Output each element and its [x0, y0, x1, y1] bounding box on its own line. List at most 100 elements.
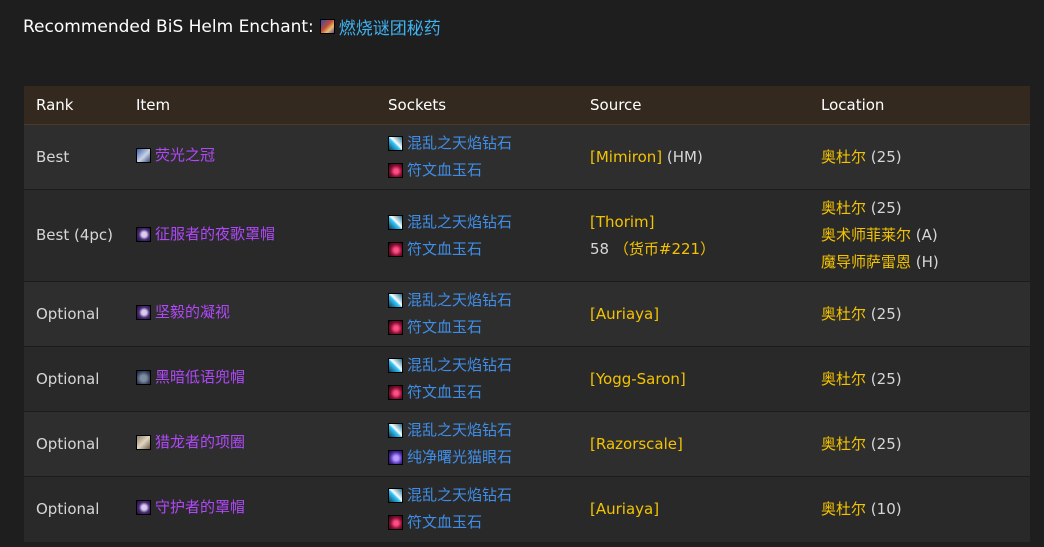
rank-label: Optional — [36, 304, 100, 323]
socket-gem-link[interactable]: 混乱之天焰钻石 — [388, 287, 578, 314]
source-cell: [Yogg-Saron] — [578, 346, 809, 412]
item-cell: 守护者的罩帽 — [124, 476, 376, 542]
gem-name: 符文血玉石 — [407, 383, 483, 401]
gem-name: 符文血玉石 — [407, 239, 483, 258]
gem-name: 符文血玉石 — [407, 161, 483, 179]
header-sockets: Sockets — [376, 86, 578, 125]
currency-link[interactable]: （货币#221） — [614, 240, 715, 258]
source-link[interactable]: [Razorscale] — [590, 435, 683, 453]
location-note: (H) — [915, 253, 939, 271]
rank-cell: Optional — [24, 476, 124, 542]
socket-gem-link[interactable]: 混乱之天焰钻石 — [388, 352, 578, 379]
socket-gem-link[interactable]: 符文血玉石 — [388, 379, 578, 406]
item-link[interactable]: 坚毅的凝视 — [136, 299, 230, 326]
socket-gem-link[interactable]: 混乱之天焰钻石 — [388, 417, 578, 444]
item-cell: 荧光之冠 — [124, 124, 376, 190]
socket-gem-link[interactable]: 混乱之天焰钻石 — [388, 130, 578, 157]
source-link[interactable]: [Yogg-Saron] — [590, 370, 686, 388]
item-link[interactable]: 猎龙者的项圈 — [136, 429, 245, 456]
enchant-link[interactable]: 燃烧谜团秘药 — [319, 14, 441, 39]
item-cell: 征服者的夜歌罩帽 — [124, 189, 376, 282]
gem-name: 混乱之天焰钻石 — [407, 291, 513, 309]
source-link[interactable]: [Thorim] — [590, 213, 655, 231]
item-name: 猎龙者的项圈 — [155, 433, 246, 451]
meta-gem-icon — [388, 423, 403, 438]
socket-gem-link[interactable]: 符文血玉石 — [388, 157, 578, 184]
sockets-cell: 混乱之天焰钻石 符文血玉石 — [376, 476, 578, 542]
location-line: 奥杜尔 (25) — [821, 144, 1030, 171]
gem-name: 混乱之天焰钻石 — [407, 134, 513, 152]
arcanum-icon — [319, 19, 335, 34]
sockets-cell: 混乱之天焰钻石 符文血玉石 — [376, 281, 578, 347]
sockets-cell: 混乱之天焰钻石 符文血玉石 — [376, 124, 578, 190]
hood-icon — [136, 226, 151, 242]
currency-amount: 58 — [590, 239, 610, 258]
socket-gem-link[interactable]: 混乱之天焰钻石 — [388, 482, 578, 509]
collar-icon — [136, 435, 151, 450]
item-cell: 坚毅的凝视 — [124, 281, 376, 347]
source-link[interactable]: [Auriaya] — [590, 305, 659, 323]
location-link[interactable]: 奥杜尔 — [821, 435, 866, 453]
red-gem-icon — [388, 515, 403, 531]
helm-enchant-recommendation: Recommended BiS Helm Enchant: 燃烧谜团秘药 — [23, 14, 441, 40]
source-link[interactable]: [Auriaya] — [590, 500, 659, 518]
location-cell: 奥杜尔 (25) — [809, 124, 1030, 190]
gem-name: 符文血玉石 — [407, 513, 483, 532]
vendor-link[interactable]: 奥术师菲莱尔 — [821, 226, 911, 244]
source-cell: [Razorscale] — [578, 411, 809, 477]
socket-gem-link[interactable]: 符文血玉石 — [388, 314, 578, 341]
location-link[interactable]: 奥杜尔 — [821, 500, 866, 518]
socket-gem-link[interactable]: 符文血玉石 — [388, 236, 578, 263]
gem-name: 混乱之天焰钻石 — [407, 486, 513, 505]
socket-gem-link[interactable]: 混乱之天焰钻石 — [388, 209, 578, 236]
item-name: 黑暗低语兜帽 — [155, 368, 246, 386]
bis-helm-table: Rank Item Sockets Source Location Best 荧… — [24, 86, 1030, 542]
source-cell: [Auriaya] — [578, 281, 809, 347]
enchant-name: 燃烧谜团秘药 — [338, 19, 441, 39]
rank-cell: Optional — [24, 346, 124, 412]
meta-gem-icon — [388, 488, 403, 504]
item-link[interactable]: 守护者的罩帽 — [136, 494, 245, 521]
rank-label: Optional — [36, 434, 100, 453]
location-link[interactable]: 奥杜尔 — [821, 370, 866, 388]
item-cell: 猎龙者的项圈 — [124, 411, 376, 477]
location-link[interactable]: 奥杜尔 — [821, 305, 866, 323]
location-link[interactable]: 奥杜尔 — [821, 199, 866, 217]
item-name: 荧光之冠 — [155, 146, 216, 164]
meta-gem-icon — [388, 358, 403, 373]
location-link[interactable]: 奥杜尔 — [821, 148, 866, 166]
red-gem-icon — [388, 241, 403, 257]
red-gem-icon — [388, 385, 403, 400]
location-line: 奥杜尔 (25) — [821, 301, 1030, 328]
item-name: 征服者的夜歌罩帽 — [155, 224, 276, 243]
vendor-link[interactable]: 魔导师萨雷恩 — [821, 253, 911, 271]
item-link[interactable]: 征服者的夜歌罩帽 — [136, 221, 275, 248]
source-cell: [Auriaya] — [578, 476, 809, 542]
gem-name: 混乱之天焰钻石 — [407, 212, 513, 231]
item-name: 守护者的罩帽 — [155, 498, 246, 517]
source-cell: [Thorim] 58 （货币#221） — [578, 189, 809, 282]
location-cell: 奥杜尔 (25) — [809, 346, 1030, 412]
rank-label: Optional — [36, 369, 100, 388]
location-cell: 奥杜尔 (10) — [809, 476, 1030, 542]
table-row: Optional 坚毅的凝视 混乱之天焰钻石 符文血玉石 [Auriaya] 奥… — [24, 281, 1030, 347]
enchant-label: Recommended BiS Helm Enchant: — [23, 16, 314, 37]
rank-label: Optional — [36, 499, 100, 518]
item-link[interactable]: 黑暗低语兜帽 — [136, 364, 245, 391]
source-cell: [Mimiron] (HM) — [578, 124, 809, 190]
location-note: (25) — [870, 304, 902, 323]
sockets-cell: 混乱之天焰钻石 符文血玉石 — [376, 346, 578, 412]
gem-name: 纯净曙光猫眼石 — [407, 448, 513, 466]
location-note: (10) — [870, 499, 902, 518]
item-name: 坚毅的凝视 — [155, 303, 231, 321]
item-link[interactable]: 荧光之冠 — [136, 142, 215, 169]
red-gem-icon — [388, 163, 403, 178]
rank-label: Best (4pc) — [36, 226, 113, 244]
hood-icon — [136, 500, 151, 516]
socket-gem-link[interactable]: 纯净曙光猫眼石 — [388, 444, 578, 471]
source-note: (HM) — [666, 147, 703, 166]
socket-gem-link[interactable]: 符文血玉石 — [388, 509, 578, 536]
source-link[interactable]: [Mimiron] — [590, 148, 662, 166]
sockets-cell: 混乱之天焰钻石 纯净曙光猫眼石 — [376, 411, 578, 477]
rank-cell: Optional — [24, 281, 124, 347]
